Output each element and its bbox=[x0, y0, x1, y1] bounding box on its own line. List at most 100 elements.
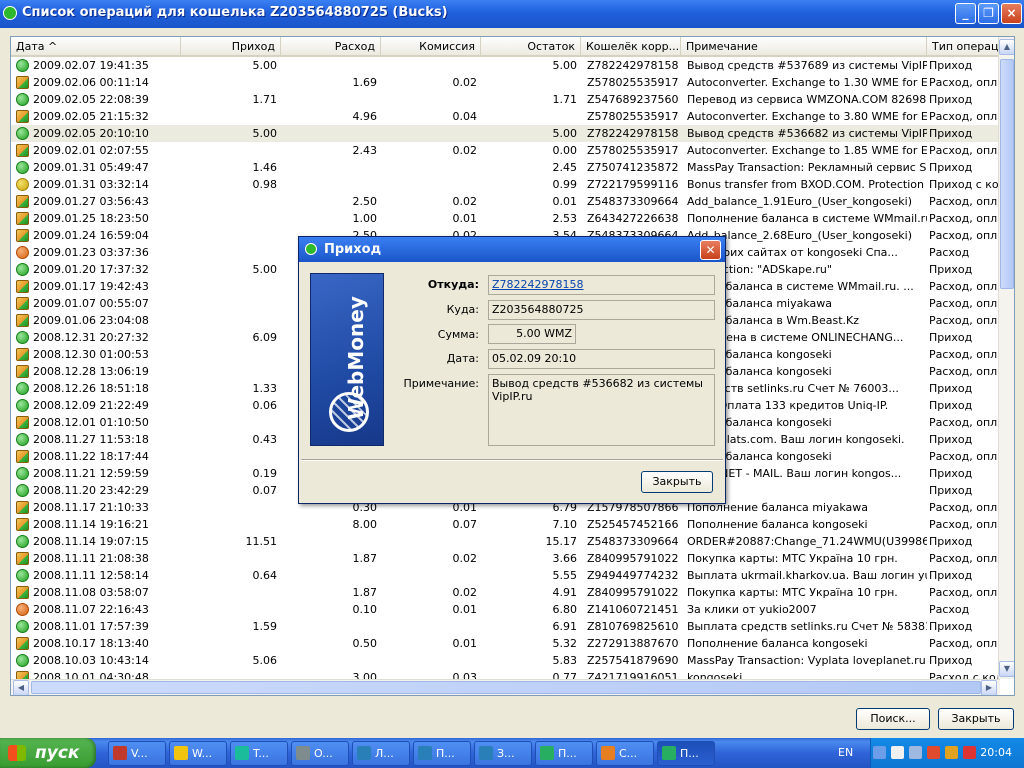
taskbar-item[interactable]: П... bbox=[413, 741, 471, 766]
column-header-income[interactable]: Приход bbox=[181, 37, 281, 57]
cell-type: Приход bbox=[929, 127, 973, 140]
taskbar-item[interactable]: O... bbox=[291, 741, 349, 766]
start-button[interactable]: пуск bbox=[0, 738, 96, 768]
cell-date: 2008.11.08 03:58:07 bbox=[33, 586, 149, 599]
tray-antivirus-icon[interactable] bbox=[927, 746, 940, 759]
table-row[interactable]: 2009.01.27 03:56:43 2.50 0.02 0.01 Z54837330… bbox=[11, 193, 1000, 210]
tray-shield-icon[interactable] bbox=[945, 746, 958, 759]
dialog-close-icon[interactable]: ✕ bbox=[700, 240, 721, 260]
taskbar-item[interactable]: С... bbox=[596, 741, 654, 766]
income-dialog: Приход ✕ WebMoney Откуда: Z782242978158 … bbox=[298, 236, 726, 504]
conversion-icon bbox=[16, 297, 29, 310]
table-row[interactable]: 2008.11.14 19:16:21 8.00 0.07 7.10 Z52545745… bbox=[11, 516, 1000, 533]
conversion-icon bbox=[16, 365, 29, 378]
taskbar-item[interactable]: W... bbox=[169, 741, 227, 766]
column-header-expense[interactable]: Расход bbox=[281, 37, 381, 57]
table-row[interactable]: 2009.02.05 21:15:32 4.96 0.04 Z578025535917… bbox=[11, 108, 1000, 125]
cell-note: Вывод средств #537689 из системы VipIP.r… bbox=[687, 59, 927, 72]
window-title: Список операций для кошелька Z2035648807… bbox=[22, 5, 448, 20]
cell-date: 2008.11.11 21:08:38 bbox=[33, 552, 149, 565]
column-header-note[interactable]: Примечание bbox=[681, 37, 927, 57]
scroll-left-icon[interactable]: ◀ bbox=[13, 680, 29, 695]
taskbar-item[interactable]: V... bbox=[108, 741, 166, 766]
taskbar-item[interactable]: З... bbox=[474, 741, 532, 766]
table-row[interactable]: 2009.02.07 19:41:35 5.00 5.00 Z782242978158… bbox=[11, 57, 1000, 74]
vertical-scroll-thumb[interactable] bbox=[1000, 59, 1014, 289]
cell-fee: 0.01 bbox=[452, 603, 478, 616]
table-row[interactable]: 2008.10.17 18:13:40 0.50 0.01 5.32 Z27291388… bbox=[11, 635, 1000, 652]
search-button[interactable]: Поиск... bbox=[856, 708, 930, 730]
taskbar-item[interactable]: Л... bbox=[352, 741, 410, 766]
cell-date: 2009.02.05 21:15:32 bbox=[33, 110, 149, 123]
language-indicator[interactable]: EN bbox=[838, 746, 853, 759]
horizontal-scroll-thumb[interactable] bbox=[31, 681, 981, 694]
cell-fee bbox=[381, 533, 481, 550]
column-header-type[interactable]: Тип операци bbox=[927, 37, 1000, 57]
table-row[interactable]: 2008.11.11 21:08:38 1.87 0.02 3.66 Z84099579… bbox=[11, 550, 1000, 567]
maximize-button[interactable]: ❐ bbox=[978, 3, 999, 24]
table-row[interactable]: 2009.01.31 05:49:47 1.46 2.45 Z750741235872… bbox=[11, 159, 1000, 176]
from-wallet-link[interactable]: Z782242978158 bbox=[488, 275, 715, 295]
tray-app-icon[interactable] bbox=[963, 746, 976, 759]
tray-network-icon[interactable] bbox=[909, 746, 922, 759]
cell-date: 2009.01.24 16:59:04 bbox=[33, 229, 149, 242]
table-row[interactable]: 2009.02.06 00:11:14 1.69 0.02 Z578025535917… bbox=[11, 74, 1000, 91]
cell-fee bbox=[381, 159, 481, 176]
taskbar-app-icon bbox=[296, 746, 310, 760]
cell-balance: 0.00 bbox=[552, 144, 578, 157]
cell-income: 0.06 bbox=[252, 399, 278, 412]
conversion-icon bbox=[16, 586, 29, 599]
table-row[interactable]: 2008.11.01 17:57:39 1.59 6.91 Z810769825610… bbox=[11, 618, 1000, 635]
table-row[interactable]: 2009.01.31 03:32:14 0.98 0.99 Z722179599116… bbox=[11, 176, 1000, 193]
cell-wallet: Z257541879690 bbox=[587, 654, 679, 667]
scroll-down-icon[interactable]: ▼ bbox=[999, 661, 1014, 677]
taskbar-app-icon bbox=[418, 746, 432, 760]
taskbar-item[interactable]: П... bbox=[535, 741, 593, 766]
tray-arrow-icon[interactable] bbox=[873, 746, 886, 759]
table-row[interactable]: 2008.11.08 03:58:07 1.87 0.02 4.91 Z84099579… bbox=[11, 584, 1000, 601]
column-header-date[interactable]: Дата ^ bbox=[11, 37, 181, 57]
cell-date: 2008.12.28 13:06:19 bbox=[33, 365, 149, 378]
cell-balance: 1.71 bbox=[552, 93, 578, 106]
table-row[interactable]: 2009.02.05 20:10:10 5.00 5.00 Z782242978158… bbox=[11, 125, 1000, 142]
list-header: Дата ^ Приход Расход Комиссия Остаток Ко… bbox=[11, 37, 1014, 57]
close-button[interactable]: Закрыть bbox=[938, 708, 1014, 730]
close-window-button[interactable]: × bbox=[1001, 3, 1022, 24]
cell-balance: 7.10 bbox=[552, 518, 578, 531]
table-row[interactable]: 2008.11.14 19:07:15 11.51 15.17 Z5483733096… bbox=[11, 533, 1000, 550]
cell-expense: 4.96 bbox=[352, 110, 378, 123]
cell-type: Расход, опла bbox=[929, 110, 1000, 123]
cell-fee: 0.01 bbox=[452, 637, 478, 650]
taskbar-item[interactable]: T... bbox=[230, 741, 288, 766]
cell-income bbox=[181, 193, 281, 210]
table-row[interactable]: 2008.10.01 04:30:48 3.00 0.03 0.77 Z42171991… bbox=[11, 669, 1000, 679]
table-row[interactable]: 2008.10.03 10:43:14 5.06 5.83 Z257541879690… bbox=[11, 652, 1000, 669]
column-header-fee[interactable]: Комиссия bbox=[381, 37, 481, 57]
minimize-button[interactable]: _ bbox=[955, 3, 976, 24]
column-header-balance[interactable]: Остаток bbox=[481, 37, 581, 57]
income-icon bbox=[16, 161, 29, 174]
cell-type: Расход, опла bbox=[929, 76, 1000, 89]
cell-fee bbox=[381, 57, 481, 74]
tray-monitor-icon[interactable] bbox=[891, 746, 904, 759]
table-row[interactable]: 2008.11.11 12:58:14 0.64 5.55 Z949449774232… bbox=[11, 567, 1000, 584]
taskbar-item[interactable]: П... bbox=[657, 741, 715, 766]
dialog-close-button[interactable]: Закрыть bbox=[641, 471, 713, 493]
cell-type: Расход bbox=[929, 603, 970, 616]
cell-income bbox=[181, 448, 281, 465]
income-icon bbox=[16, 535, 29, 548]
cell-type: Расход, опла bbox=[929, 280, 1000, 293]
scroll-right-icon[interactable]: ▶ bbox=[981, 680, 997, 695]
column-header-wallet[interactable]: Кошелёк корр... bbox=[581, 37, 681, 57]
table-row[interactable]: 2009.01.25 18:23:50 1.00 0.01 2.53 Z64342722… bbox=[11, 210, 1000, 227]
conversion-icon bbox=[16, 518, 29, 531]
table-row[interactable]: 2009.02.05 22:08:39 1.71 1.71 Z547689237560… bbox=[11, 91, 1000, 108]
table-row[interactable]: 2008.11.07 22:16:43 0.10 0.01 6.80 Z14106072… bbox=[11, 601, 1000, 618]
table-row[interactable]: 2009.02.01 02:07:55 2.43 0.02 0.00 Z57802553… bbox=[11, 142, 1000, 159]
cell-type: Приход bbox=[929, 382, 973, 395]
horizontal-scrollbar[interactable]: ◀ ▶ bbox=[11, 679, 1000, 695]
scroll-up-icon[interactable]: ▲ bbox=[999, 39, 1014, 55]
cell-income bbox=[181, 346, 281, 363]
vertical-scrollbar[interactable]: ▲ ▼ bbox=[998, 37, 1014, 679]
cell-note: Add_balance_1.91Euro_(User_kongoseki) bbox=[687, 195, 913, 208]
